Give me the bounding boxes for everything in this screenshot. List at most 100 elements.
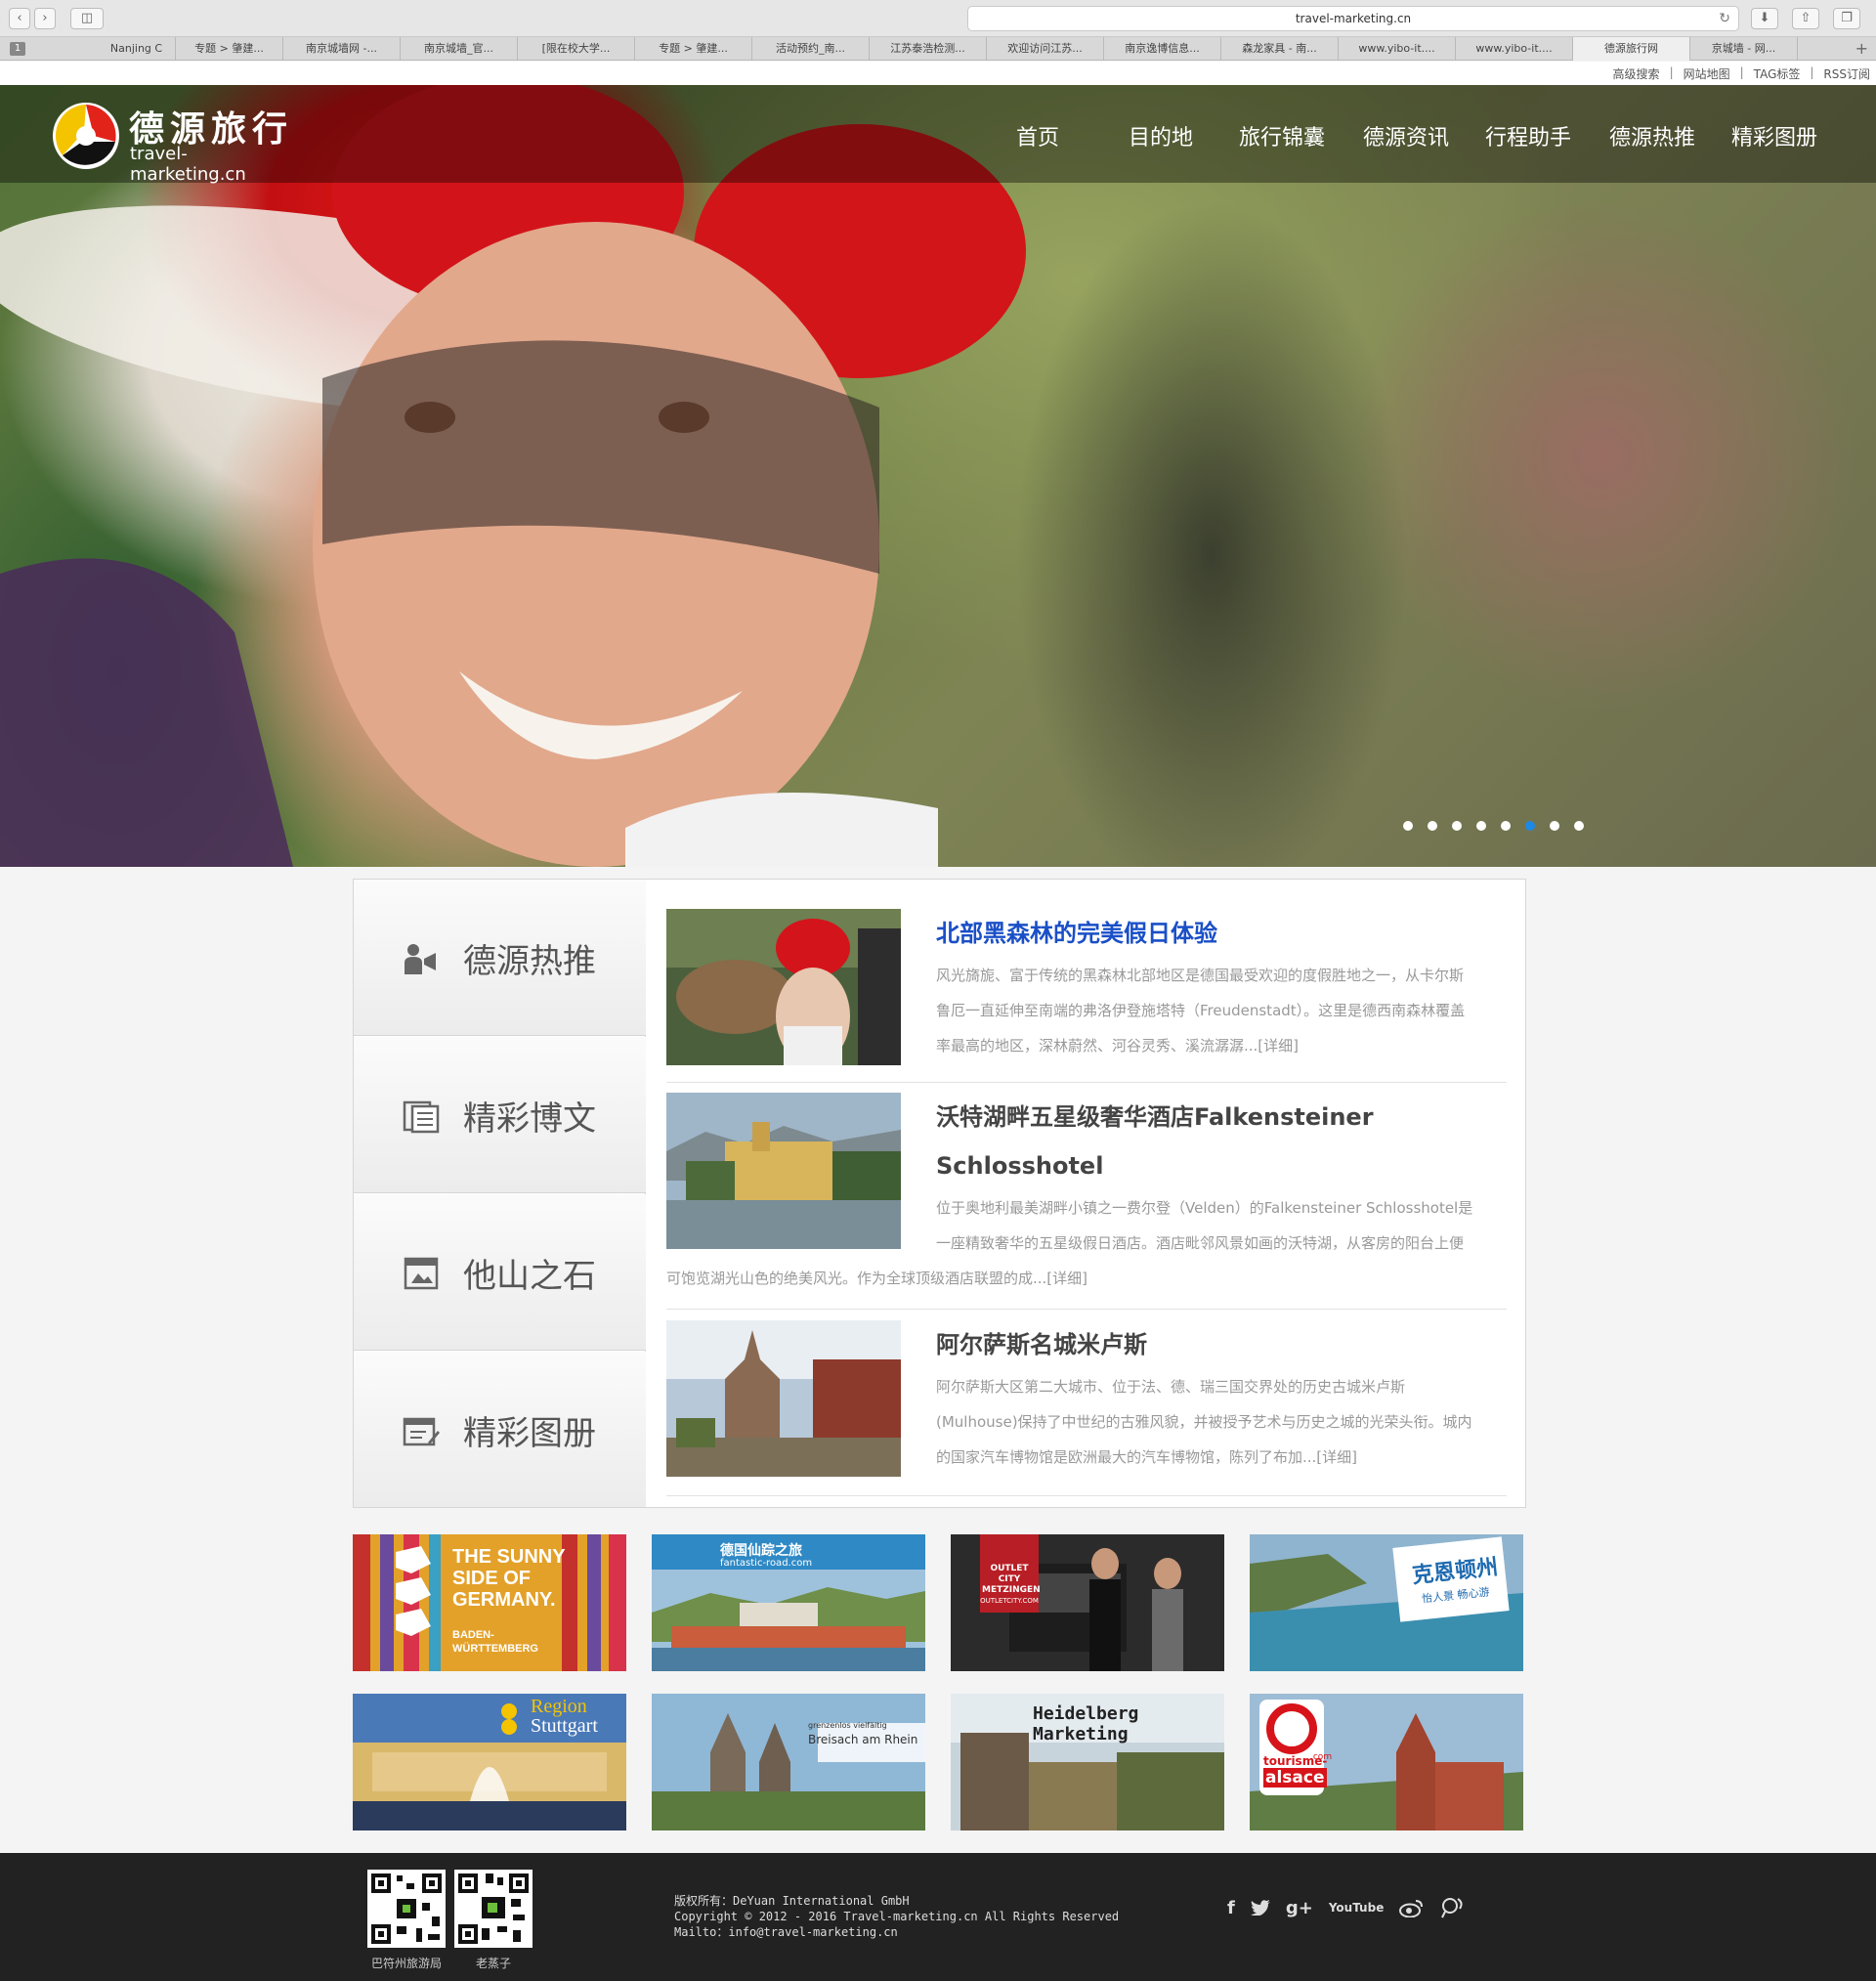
thumb-image [666, 1093, 901, 1249]
banner-text: grenzenlos vielfältig [808, 1721, 887, 1730]
nav-item[interactable]: 首页 [1016, 120, 1059, 151]
browser-tab[interactable]: 活动预约_南... [752, 37, 870, 61]
nav-item[interactable]: 德源热推 [1609, 120, 1695, 151]
top-link[interactable]: 网站地图 [1684, 65, 1730, 82]
slider-dot[interactable] [1476, 821, 1486, 831]
partner-banner-region-stuttgart[interactable]: Region Stuttgart [353, 1694, 626, 1830]
reload-icon[interactable]: ↻ [1719, 7, 1730, 30]
browser-tab[interactable]: 专题 > 肇建... [635, 37, 752, 61]
logo-en-text: travel-marketing.cn [130, 144, 246, 185]
contact-email-link[interactable]: Mailto：info@travel-marketing.cn [674, 1924, 1119, 1940]
browser-tab[interactable]: 江苏泰浩检测... [870, 37, 987, 61]
browser-tab[interactable]: 南京城墙网 -... [283, 37, 401, 61]
browser-tab[interactable]: 森龙家具 - 南... [1221, 37, 1339, 61]
article-icon [403, 1100, 440, 1134]
browser-tab[interactable]: www.yibo-it.... [1339, 37, 1456, 61]
browser-tab[interactable]: 南京城墙_官... [401, 37, 518, 61]
top-link[interactable]: RSS订阅 [1823, 65, 1870, 82]
top-link[interactable]: TAG标签 [1754, 65, 1801, 82]
site-logo[interactable]: 德源旅行 travel-marketing.cn [49, 97, 303, 185]
slider-dot[interactable] [1501, 821, 1511, 831]
post-desc-line[interactable]: 的国家汽车博物馆是欧洲最大的汽车博物馆，陈列了布加...[详细] [936, 1440, 1472, 1475]
post-desc-line: 一座精致奢华的五星级假日酒店。酒店毗邻风景如画的沃特湖，从客房的阳台上便 [936, 1234, 1465, 1252]
sidebar-item-other-stones[interactable]: 他山之石 [354, 1194, 646, 1351]
slider-dot[interactable] [1525, 821, 1535, 831]
slider-dot[interactable] [1574, 821, 1584, 831]
banner-text: BADEN- [452, 1629, 494, 1641]
sidebar-item-album[interactable]: 精彩图册 [354, 1352, 646, 1507]
google-plus-icon[interactable]: g+ [1286, 1898, 1313, 1918]
slider-dot[interactable] [1403, 821, 1413, 831]
facebook-icon[interactable]: f [1227, 1898, 1235, 1918]
share-button[interactable]: ⇧ [1792, 8, 1819, 29]
nav-item[interactable]: 行程助手 [1485, 120, 1571, 151]
new-tab-button[interactable]: + [1855, 39, 1868, 58]
thumb-image [666, 1320, 901, 1477]
post-thumbnail[interactable] [666, 1320, 901, 1477]
nav-item[interactable]: 精彩图册 [1731, 120, 1817, 151]
banner-text: Stuttgart [531, 1715, 598, 1737]
downloads-button[interactable]: ⬇ [1751, 8, 1778, 29]
hero-image [0, 85, 1026, 867]
sidebar-toggle-button[interactable]: ◫ [70, 8, 104, 29]
sidebar-item-deyuan-recommend[interactable]: 德源热推 [354, 880, 646, 1036]
post-thumbnail[interactable] [666, 909, 901, 1065]
post-desc-line: 位于奥地利最美湖畔小镇之一费尔登（Velden）的Falkensteiner S… [936, 1199, 1473, 1217]
sidebar-item-blog[interactable]: 精彩博文 [354, 1037, 646, 1193]
browser-tab[interactable]: [限在校大学... [518, 37, 635, 61]
partner-banner-baden-wuerttemberg[interactable]: THE SUNNY SIDE OF GERMANY. BADEN- WÜRTTE… [353, 1534, 626, 1671]
browser-tab[interactable]: www.yibo-it.... [1456, 37, 1573, 61]
partner-banner-fantastic-road[interactable]: 德国仙踪之旅 fantastic-road.com [652, 1534, 925, 1671]
banner-text: 德国仙踪之旅 [720, 1543, 802, 1559]
browser-tab[interactable]: 京城墙 - 网... [1690, 37, 1798, 61]
forward-button[interactable]: › [34, 8, 56, 29]
youtube-icon[interactable]: YouTube [1329, 1901, 1385, 1915]
partner-banner-tourisme-alsace[interactable]: tourisme- alsace .com [1250, 1694, 1523, 1830]
weibo-icon[interactable] [1399, 1898, 1425, 1917]
tab-bar: 1 Nanjing C 专题 > 肇建... 南京城墙网 -... 南京城墙_官...… [0, 37, 1876, 61]
post-title-link[interactable]: 阿尔萨斯名城米卢斯 [936, 1320, 1147, 1369]
slider-dot[interactable] [1428, 821, 1437, 831]
post-title-link[interactable]: 北部黑森林的完美假日体验 [936, 909, 1217, 958]
nav-item[interactable]: 旅行锦囊 [1239, 120, 1325, 151]
back-button[interactable]: ‹ [9, 8, 30, 29]
post-thumbnail[interactable] [666, 1093, 901, 1249]
featured-panel: 德源热推 精彩博文 他山之石 精彩图册 北部黑森林的完美假日体验 风光旖旎、富于… [353, 879, 1526, 1508]
partner-banner-heidelberg[interactable]: Heidelberg Marketing [951, 1694, 1224, 1830]
slider-dot[interactable] [1452, 821, 1462, 831]
separator: | [1739, 65, 1744, 79]
breisach-banner-graphic [652, 1694, 925, 1830]
tabs-overview-button[interactable]: ❐ [1833, 8, 1860, 29]
post-desc-line: 风光旖旎、富于传统的黑森林北部地区是德国最受欢迎的度假胜地之一，从卡尔斯 [936, 967, 1465, 984]
pinyin-icon[interactable] [1440, 1897, 1466, 1918]
banner-text: OUTLETCITY.COM [980, 1597, 1039, 1605]
copyright-line: 版权所有：DeYuan International GmbH [674, 1894, 910, 1908]
browser-tab[interactable]: 专题 > 肇建... [176, 37, 283, 61]
nav-item[interactable]: 德源资讯 [1363, 120, 1449, 151]
main-nav: 德源旅行 travel-marketing.cn 首页 目的地 旅行锦囊 德源资讯 行程… [0, 85, 1876, 185]
post-desc: 阿尔萨斯大区第二大城市、位于法、德、瑞三国交界处的历史古城米卢斯 (Mulhou… [936, 1369, 1472, 1475]
address-bar[interactable]: travel-marketing.cn ↻ [967, 6, 1739, 31]
partner-banner-outletcity[interactable]: OUTLET CITY METZINGEN OUTLETCITY.COM [951, 1534, 1224, 1671]
browser-tab[interactable]: 南京逸博信息... [1104, 37, 1221, 61]
browser-tab[interactable]: 德源旅行网 [1573, 37, 1690, 61]
post-desc: 风光旖旎、富于传统的黑森林北部地区是德国最受欢迎的度假胜地之一，从卡尔斯 鲁厄一… [936, 958, 1465, 1063]
post-desc-tail[interactable]: 可饱览湖光山色的绝美风光。作为全球顶级酒店联盟的成...[详细] [666, 1261, 1087, 1296]
browser-tab[interactable]: Nanjing C [98, 37, 176, 61]
post-title-line: Schlosshotel [936, 1152, 1104, 1180]
post-desc-line: 阿尔萨斯大区第二大城市、位于法、德、瑞三国交界处的历史古城米卢斯 [936, 1378, 1406, 1396]
post-item: 沃特湖畔五星级奢华酒店Falkensteiner Schlosshotel 位于… [666, 1093, 1507, 1310]
slider-dot[interactable] [1550, 821, 1559, 831]
partner-banner-carinthia[interactable]: 克恩顿州 怡人景 畅心游 [1250, 1534, 1523, 1671]
separator: | [1669, 65, 1674, 79]
partner-banner-breisach[interactable]: grenzenlos vielfältig Breisach am Rhein [652, 1694, 925, 1830]
browser-tab[interactable]: 欢迎访问江苏... [987, 37, 1104, 61]
top-link[interactable]: 高级搜索 [1613, 65, 1660, 82]
post-title-link[interactable]: 沃特湖畔五星级奢华酒店Falkensteiner Schlosshotel [936, 1093, 1374, 1190]
picture-frame-icon [404, 1257, 439, 1290]
nav-item[interactable]: 目的地 [1129, 120, 1193, 151]
hero-slider[interactable]: 德源旅行 travel-marketing.cn 首页 目的地 旅行锦囊 德源资讯 行程… [0, 85, 1876, 867]
post-desc-line: 鲁厄一直延伸至南端的弗洛伊登施塔特（Freudenstadt）。这里是德西南森林… [936, 1002, 1466, 1019]
twitter-icon[interactable] [1250, 1900, 1270, 1916]
post-desc-line[interactable]: 率最高的地区，深林蔚然、河谷灵秀、溪流潺潺...[详细] [936, 1028, 1465, 1063]
